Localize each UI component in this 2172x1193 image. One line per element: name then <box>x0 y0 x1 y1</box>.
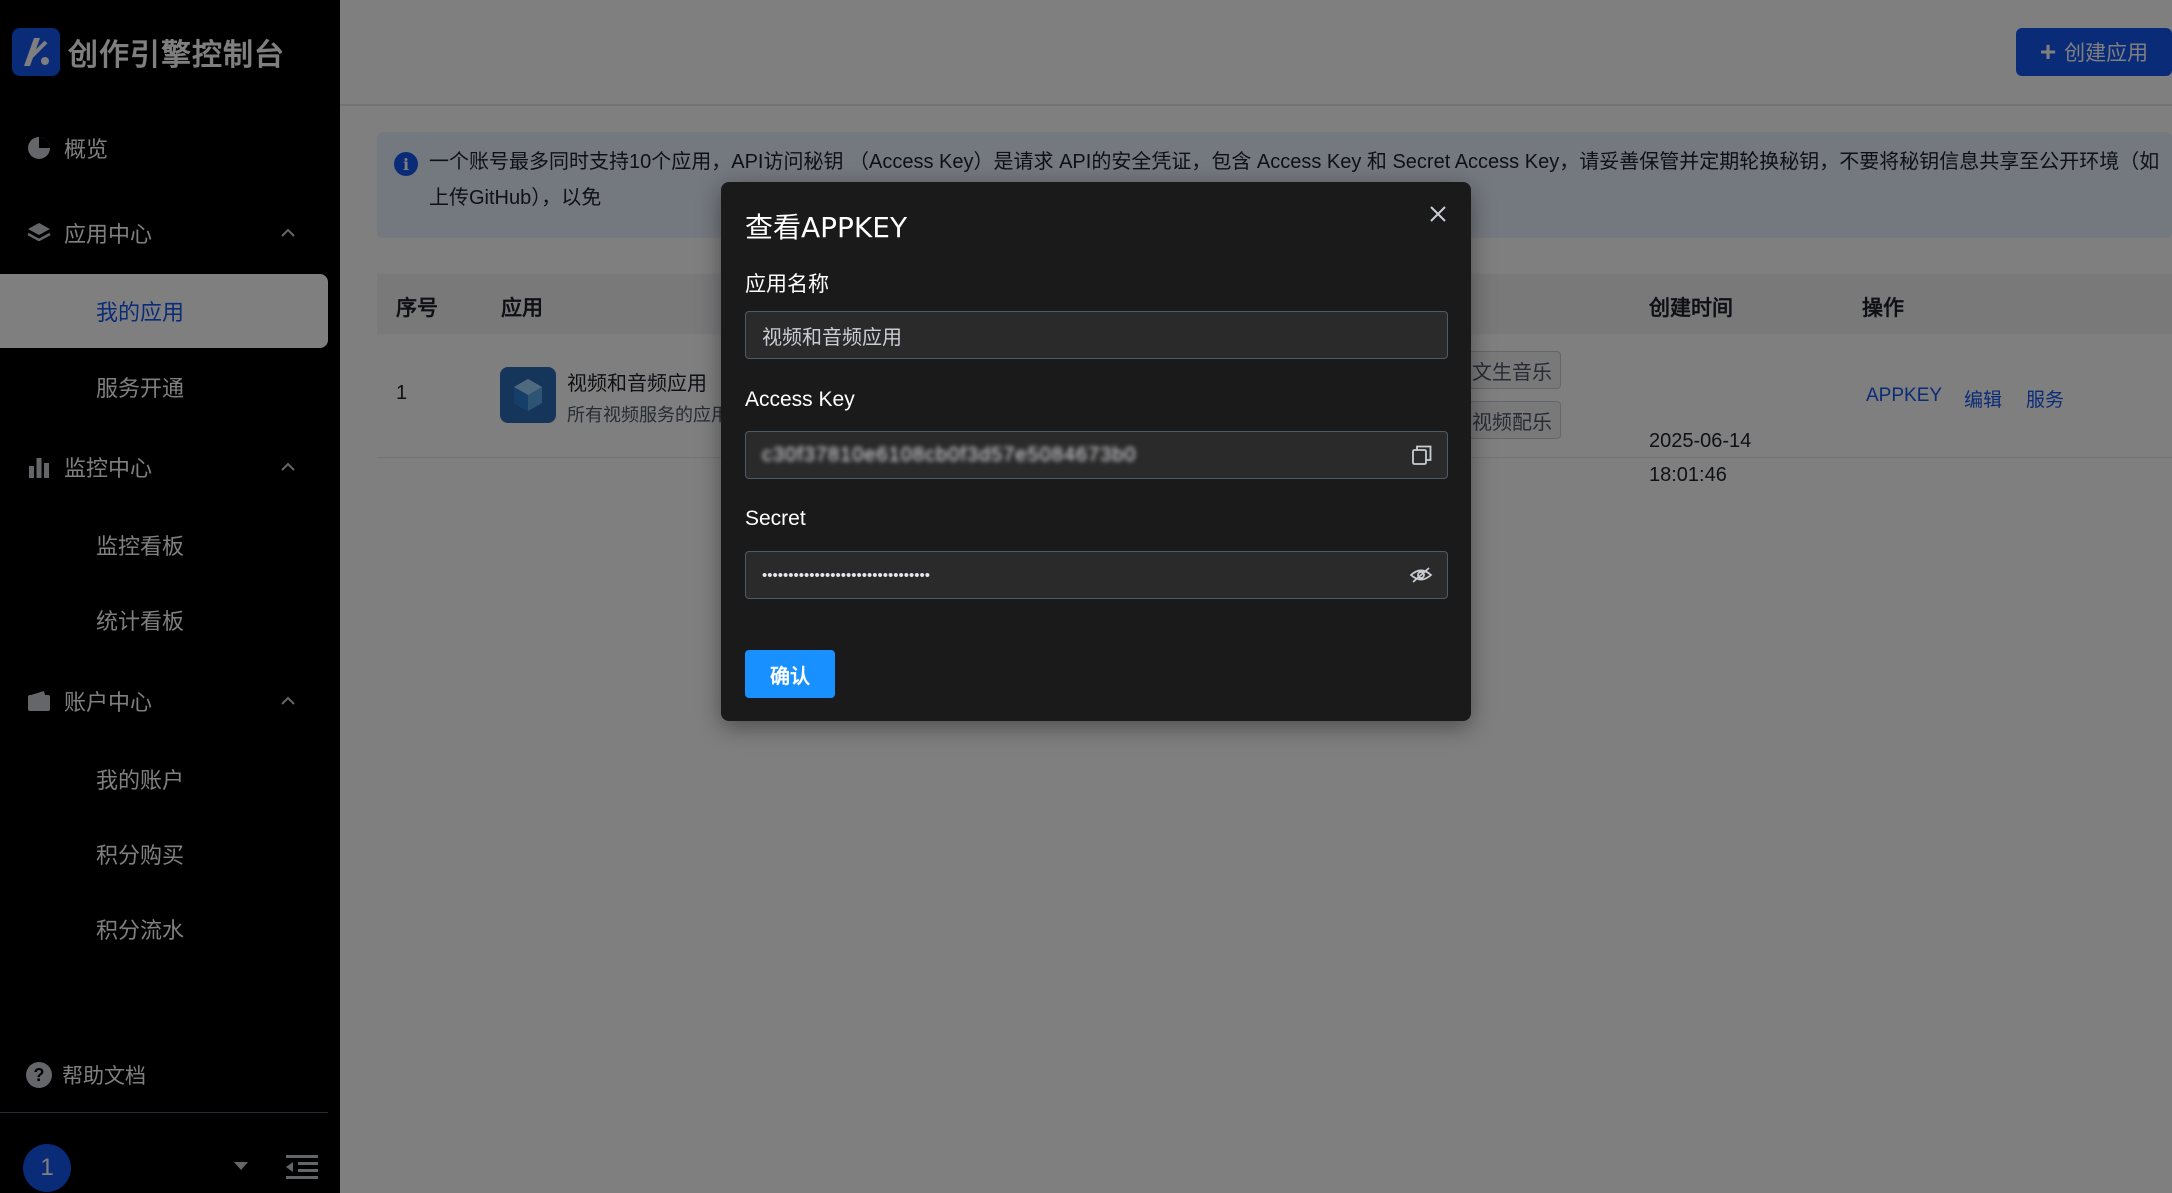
confirm-button[interactable]: 确认 <box>745 650 835 698</box>
access-key-value: c30f37810e6108cb0f3d57e5084673b0 <box>762 443 1137 466</box>
access-key-label: Access Key <box>745 388 855 411</box>
appkey-dialog: 查看APPKEY 应用名称 视频和音频应用 Access Key c30f378… <box>721 182 1471 721</box>
app-name-field[interactable]: 视频和音频应用 <box>745 311 1448 359</box>
close-icon[interactable] <box>1424 200 1452 228</box>
app-name-label: 应用名称 <box>745 273 829 296</box>
secret-value: •••••••••••••••••••••••••••••••• <box>762 566 931 584</box>
secret-label: Secret <box>745 507 806 530</box>
access-key-field[interactable]: c30f37810e6108cb0f3d57e5084673b0 <box>745 431 1448 479</box>
dialog-title: 查看APPKEY <box>745 211 908 244</box>
app-name-value: 视频和音频应用 <box>762 326 902 349</box>
copy-icon[interactable] <box>1411 444 1433 466</box>
secret-field[interactable]: •••••••••••••••••••••••••••••••• <box>745 551 1448 599</box>
eye-off-icon[interactable] <box>1409 564 1433 586</box>
